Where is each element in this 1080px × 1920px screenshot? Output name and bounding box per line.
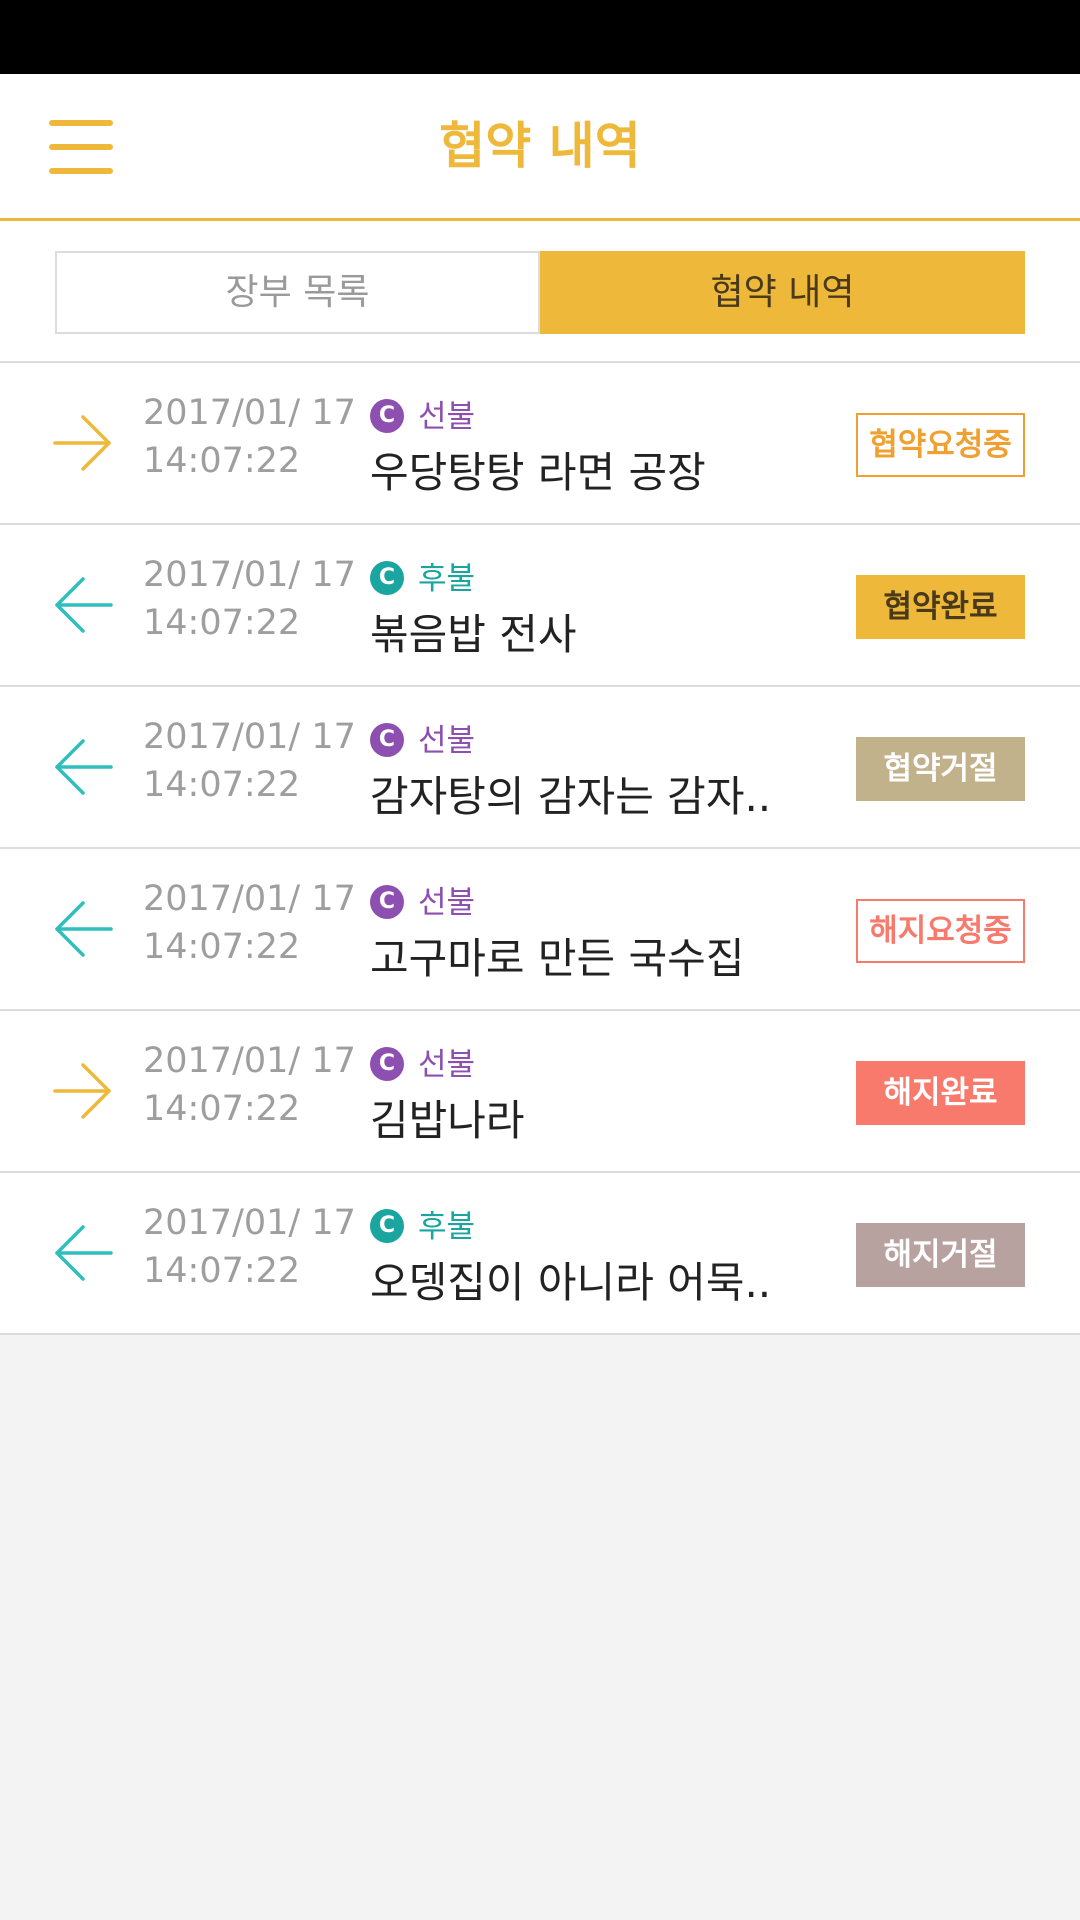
contract-date: 2017/01/ 17 xyxy=(143,717,356,757)
contract-row[interactable]: 2017/01/ 17 14:07:22 C 선불우당탕탕 라면 공장 협약요청중 xyxy=(0,363,1080,525)
store-name: 감자탕의 감자는 감자.. xyxy=(370,772,772,821)
payment-type-label: 후불 xyxy=(418,1209,476,1245)
payment-type-label: 선불 xyxy=(418,885,476,921)
contract-list: 2017/01/ 17 14:07:22 C 선불 우당탕탕 라면 공장 협약요청중 201… xyxy=(0,363,1080,1335)
store-name: 김밥나라 xyxy=(370,1096,525,1145)
store-name: 오뎅집이 아니라 어묵.. xyxy=(370,1258,772,1307)
payment-type-label: 선불 xyxy=(418,1047,476,1083)
payment-type-icon: C xyxy=(370,1047,404,1081)
tab-ledger-list[interactable]: 장부 목록 xyxy=(55,251,540,334)
status-bar xyxy=(0,0,1080,74)
arrow-right-icon xyxy=(52,412,114,474)
contract-row[interactable]: 2017/01/ 17 14:07:22 C 선불김밥나라 해지완료 xyxy=(0,1011,1080,1173)
payment-type-icon: C xyxy=(370,885,404,919)
status-badge[interactable]: 협약거절 xyxy=(856,737,1025,801)
contract-row[interactable]: 2017/01/ 17 14:07:22 C 후불오뎅집이 아니라 어묵.. 해지거절 xyxy=(0,1173,1080,1335)
arrow-left-icon xyxy=(52,574,114,636)
store-name: 볶음밥 전사 xyxy=(370,610,577,659)
payment-type-icon: C xyxy=(370,1209,404,1243)
payment-type-icon: C xyxy=(370,399,404,433)
contract-date: 2017/01/ 17 xyxy=(143,1203,356,1243)
empty-area xyxy=(0,1335,1080,1920)
contract-time: 14:07:22 xyxy=(143,441,301,481)
tab-contract-history[interactable]: 협약 내역 xyxy=(540,251,1025,334)
contract-time: 14:07:22 xyxy=(143,603,301,643)
contract-date: 2017/01/ 17 xyxy=(143,1041,356,1081)
status-badge[interactable]: 협약완료 xyxy=(856,575,1025,639)
arrow-left-icon xyxy=(52,1222,114,1284)
tab-bar: 장부 목록 협약 내역 xyxy=(0,221,1080,363)
page-title: 협약 내역 xyxy=(439,117,641,175)
status-badge[interactable]: 해지거절 xyxy=(856,1223,1025,1287)
status-badge[interactable]: 협약요청중 xyxy=(856,413,1025,477)
contract-time: 14:07:22 xyxy=(143,1089,301,1129)
contract-date: 2017/01/ 17 xyxy=(143,879,356,919)
payment-type-label: 후불 xyxy=(418,561,476,597)
contract-row[interactable]: 2017/01/ 17 14:07:22 C 선불고구마로 만든 국수집 해지요청중 xyxy=(0,849,1080,1011)
arrow-right-icon xyxy=(52,1060,114,1122)
contract-date: 2017/01/ 17 xyxy=(143,555,356,595)
store-name: 우당탕탕 라면 공장 xyxy=(370,448,706,497)
contract-time: 14:07:22 xyxy=(143,927,301,967)
arrow-left-icon xyxy=(52,736,114,798)
contract-time: 14:07:22 xyxy=(143,1251,301,1291)
contract-time: 14:07:22 xyxy=(143,765,301,805)
status-badge[interactable]: 해지완료 xyxy=(856,1061,1025,1125)
payment-type-icon: C xyxy=(370,723,404,757)
payment-type-label: 선불 xyxy=(418,399,476,435)
app-header: 협약 내역 xyxy=(0,74,1080,221)
contract-date: 2017/01/ 17 xyxy=(143,393,356,433)
contract-row[interactable]: 2017/01/ 17 14:07:22 C 후불볶음밥 전사 협약완료 xyxy=(0,525,1080,687)
store-name: 고구마로 만든 국수집 xyxy=(370,934,745,983)
arrow-left-icon xyxy=(52,898,114,960)
payment-type-label: 선불 xyxy=(418,723,476,759)
hamburger-menu-icon[interactable] xyxy=(49,120,113,176)
payment-type-icon: C xyxy=(370,561,404,595)
status-badge[interactable]: 해지요청중 xyxy=(856,899,1025,963)
contract-row[interactable]: 2017/01/ 17 14:07:22 C 선불감자탕의 감자는 감자.. 협약거절 xyxy=(0,687,1080,849)
